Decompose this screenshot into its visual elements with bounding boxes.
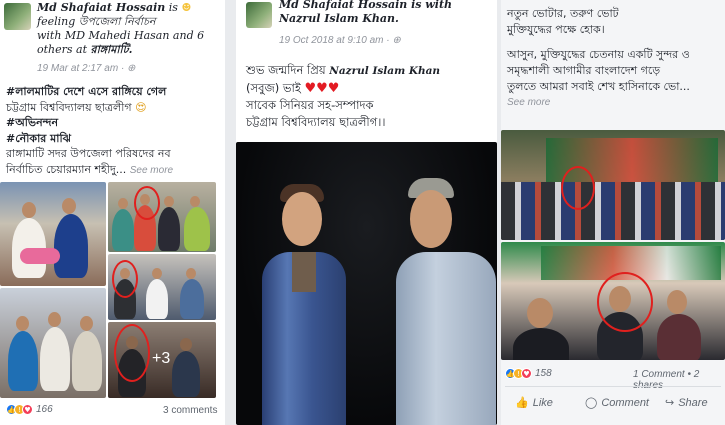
share-arrow-icon: ↪ [665,397,675,409]
hearts-emoji: ♥♥♥ [304,81,340,96]
post-card-3: নতুন ভোটার, তরুণ ভোট মুক্তিযুদ্ধের পক্ষে… [501,0,725,425]
photo-5-more[interactable]: +3 [108,322,216,398]
activity-text: feeling উপজেলা নির্বাচন [37,15,156,28]
highlight-circle [114,324,150,382]
activity-prefix: is [168,1,178,14]
thumbs-up-icon: 👍 [515,397,529,409]
see-more-link[interactable]: See more [507,95,723,111]
author-avatar[interactable] [4,3,31,30]
author-avatar[interactable] [246,2,272,28]
birthday-wish: শুভ জন্মদিন প্রিয় [246,63,326,77]
reaction-count: 166 [36,404,53,415]
tagged-line[interactable]: Nazrul Islam Khan. [279,12,494,26]
photo-1[interactable] [0,182,106,286]
post-text-line-1: #লালমাটির দেশে এসে রাঙ্গিয়ে গেল [6,85,167,98]
photo-2[interactable] [108,182,216,252]
post-card-1: Md Shafaiat Hossain is ☻ feeling উপজেলা … [0,0,225,425]
brother-word: ভাই [282,81,301,95]
comment-bubble-icon: ◯ [585,397,598,409]
author-name[interactable]: Md Shafaiat Hossain [37,1,165,14]
author-line[interactable]: Md Shafaiat Hossain is with [279,0,494,12]
group-photo-2[interactable] [501,242,725,360]
post-text-line-3: সাবেক সিনিয়র সহ-সম্পাদক [246,98,374,112]
reaction-summary[interactable]: 👍 ! ♥ 166 [6,404,53,415]
share-button[interactable]: ↪ Share [665,396,708,410]
see-more-link[interactable]: See more [130,165,173,176]
love-reaction-icon: ♥ [521,368,532,379]
highlight-circle [597,272,653,332]
post-text-line-4: সমৃদ্ধশালী আগামীর বাংলাদেশ গড়ে [507,64,661,77]
photo-3[interactable] [108,254,216,320]
action-divider [505,386,721,387]
post-text-line-6: নির্বাচিত চেয়ারম্যান শহীদু... [6,162,127,176]
night-photo[interactable] [236,142,497,425]
highlight-circle [112,260,138,298]
comments-shares[interactable]: 1 Comment • 2 shares [633,369,725,391]
post-date[interactable]: 19 Mar at 2:17 am [37,63,118,74]
post-card-2: Md Shafaiat Hossain is with Nazrul Islam… [236,0,497,425]
photo-4[interactable] [0,288,106,398]
post-text-line-5: তুলতে আমরা সবাই শেখ হাসিনাকে ভো... [507,80,690,93]
post-text-line-1: নতুন ভোটার, তরুণ ভোট [507,7,619,20]
globe-icon: · ⊕ [120,63,136,74]
reaction-summary[interactable]: 👍 ! ♥ 158 [505,368,552,379]
comments-count[interactable]: 3 comments [163,405,217,416]
globe-icon: · ⊕ [386,35,401,46]
post-text-line-4: চট্টগ্রাম বিশ্ববিদ্যালয় ছাত্রলীগ।। [246,115,386,129]
hashtag-congrats[interactable]: #অভিনন্দন [6,116,58,129]
place-link[interactable]: রাঙ্গামাটি. [91,43,133,56]
more-photos-count: +3 [152,350,171,367]
reaction-count: 158 [535,368,552,379]
highlight-circle [134,186,160,220]
feeling-icon: ☻ [181,1,192,14]
tagged-name[interactable]: Nazrul Islam Khan [329,65,440,77]
comment-button[interactable]: ◯ Comment [585,396,649,410]
post-text-line-3: আসুন, মুক্তিযুদ্ধের চেতনায় একটি সুন্দর … [507,48,690,61]
post-date[interactable]: 19 Oct 2018 at 9:10 am [279,35,384,46]
love-reaction-icon: ♥ [22,404,33,415]
heart-eyes-emoji: 😍 [135,100,147,114]
highlight-circle [561,166,595,210]
hashtag-boat[interactable]: #নৌকার মাঝি [6,132,71,145]
group-photo-1[interactable] [501,130,725,240]
like-button[interactable]: 👍 Like [515,396,553,410]
nickname: (সবুজ) [246,81,280,95]
post-text-line-2: চট্টগ্রাম বিশ্ববিদ্যালয় ছাত্রলীগ [6,100,132,114]
post-text-line-5: রাঙ্গামাটি সদর উপজেলা পরিষদের নব [6,147,171,160]
post-text-line-2: মুক্তিযুদ্ধের পক্ষে হোক। [507,23,605,36]
